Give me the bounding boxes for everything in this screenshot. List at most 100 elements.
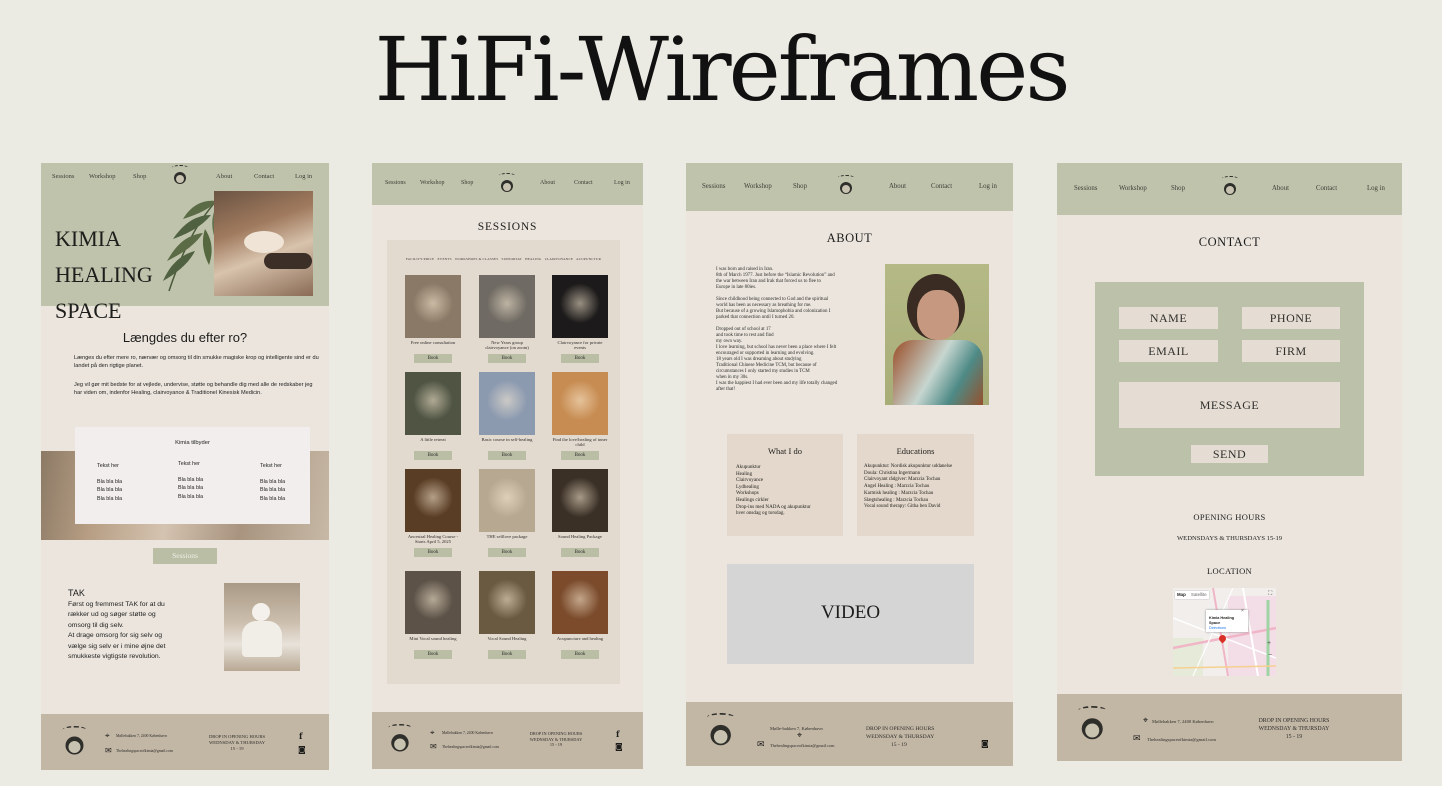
session-card[interactable]: A little retreat Book	[405, 372, 461, 460]
map-tab-satellite[interactable]: Satellite	[1187, 592, 1207, 597]
filter-item[interactable]: EVENTS	[438, 257, 452, 261]
zoom-out-icon[interactable]: −	[1268, 652, 1272, 659]
nav-login[interactable]: Log in	[1367, 185, 1385, 192]
nav-login[interactable]: Log in	[614, 180, 630, 186]
footer-email[interactable]: Thehealingspaceofkimia@gmail.com	[1147, 737, 1216, 743]
filter-item[interactable]: HEALING	[525, 257, 541, 261]
logo[interactable]	[496, 173, 518, 195]
session-card[interactable]: Sound Healing Package Book	[552, 469, 608, 557]
nav-sessions[interactable]: Sessions	[702, 183, 725, 190]
logo[interactable]	[1219, 176, 1241, 198]
zoom-in-icon[interactable]: +	[1267, 640, 1271, 647]
logo[interactable]	[169, 165, 191, 187]
nav-shop[interactable]: Shop	[461, 180, 473, 186]
session-card[interactable]: Free online consultation Book	[405, 275, 461, 363]
book-button[interactable]: Book	[488, 451, 526, 460]
nav-shop[interactable]: Shop	[793, 183, 807, 190]
filter-item[interactable]: CLAIRVOYANCE	[545, 257, 574, 261]
session-card[interactable]: Basic course in self-healing Book	[479, 372, 535, 460]
nav-about[interactable]: About	[889, 183, 906, 190]
filter-item[interactable]: SUPPORTAT	[502, 257, 522, 261]
footer-hours-line: DROP IN OPENING HOURS	[529, 731, 583, 736]
instagram-icon[interactable]: ◙	[298, 746, 306, 754]
contact-heading: CONTACT	[1198, 235, 1261, 249]
nav-about[interactable]: About	[216, 173, 232, 180]
filter-item[interactable]: ACUPUNCTUR	[576, 257, 601, 261]
book-button[interactable]: Book	[414, 548, 452, 557]
nav-workshop[interactable]: Workshop	[420, 180, 445, 186]
book-button[interactable]: Book	[414, 650, 452, 659]
session-card[interactable]: Find the love/healing of inner child Book	[552, 372, 608, 460]
portrait-photo-body	[893, 340, 983, 405]
hero-photo-person	[264, 253, 312, 269]
offers-line: Bla bla bla	[260, 487, 286, 494]
nav-contact[interactable]: Contact	[931, 183, 952, 190]
book-button[interactable]: Book	[414, 451, 452, 460]
nav-about[interactable]: About	[1272, 185, 1289, 192]
session-card[interactable]: Vocal Sound Healing Book	[479, 571, 535, 659]
map-tab-map[interactable]: Map	[1175, 592, 1186, 597]
nav-sessions[interactable]: Sessions	[385, 180, 406, 186]
book-button[interactable]: Book	[488, 548, 526, 557]
nav-shop[interactable]: Shop	[1171, 185, 1185, 192]
book-button[interactable]: Book	[561, 451, 599, 460]
instagram-icon[interactable]: ◙	[615, 743, 623, 751]
map-directions-link[interactable]: Directions	[1209, 626, 1245, 631]
nav-workshop[interactable]: Workshop	[1119, 185, 1147, 192]
nav-sessions[interactable]: Sessions	[1074, 185, 1097, 192]
contact-form: NAME PHONE EMAIL FIRM MESSAGE SEND	[1095, 282, 1364, 476]
session-card[interactable]: Acupuncture and healing Book	[552, 571, 608, 659]
book-button[interactable]: Book	[561, 650, 599, 659]
nav-workshop[interactable]: Workshop	[744, 183, 772, 190]
footer-email[interactable]: Thehealingspaceofkimia@gmail.com	[442, 745, 499, 750]
offers-column: Tekst her Bla bla bla Bla bla bla Bla bl…	[260, 462, 285, 503]
book-button[interactable]: Book	[488, 354, 526, 363]
nav-contact[interactable]: Contact	[254, 173, 274, 180]
nav-login[interactable]: Log in	[295, 173, 312, 180]
educations-card: Educations Akupunktur: Nordisk akupunktu…	[857, 434, 974, 536]
filter-item[interactable]: FACILITY/PRICE	[406, 257, 435, 261]
session-card[interactable]: New Years group clairvoyance (on zoom) Bo…	[479, 275, 535, 363]
footer-email[interactable]: Thehealingspaceofkimia@gmail.com	[116, 749, 173, 754]
session-card[interactable]: Ancestral Healing Course - Starts April …	[405, 469, 461, 557]
phone-field[interactable]: PHONE	[1242, 307, 1340, 329]
name-field[interactable]: NAME	[1119, 307, 1218, 329]
session-card[interactable]: Clairvoyance for private events Book	[552, 275, 608, 363]
message-field[interactable]: MESSAGE	[1119, 382, 1340, 428]
nav-shop[interactable]: Shop	[133, 173, 146, 180]
nav-contact[interactable]: Contact	[574, 180, 593, 186]
offers-column-head: Tekst her	[178, 461, 200, 467]
nav-contact[interactable]: Contact	[1316, 185, 1337, 192]
footer-email[interactable]: Thehealingspaceofkimia@gmail.com	[770, 743, 834, 749]
video-placeholder[interactable]: VIDEO	[727, 564, 974, 664]
nav-sessions[interactable]: Sessions	[52, 173, 74, 180]
book-button[interactable]: Book	[561, 548, 599, 557]
footer-address: Møllebakken 7, 2400 København	[442, 731, 493, 735]
book-button[interactable]: Book	[561, 354, 599, 363]
facebook-icon[interactable]: f	[299, 732, 302, 740]
close-icon[interactable]: ×	[1241, 608, 1244, 614]
logo[interactable]	[835, 175, 857, 197]
session-card[interactable]: THE selflove package Book	[479, 469, 535, 557]
firm-field[interactable]: FIRM	[1242, 340, 1340, 362]
nav-workshop[interactable]: Workshop	[89, 173, 116, 180]
book-button[interactable]: Book	[488, 650, 526, 659]
hero-photo-hand	[244, 231, 284, 253]
map-type-toggle[interactable]: Map Satellite	[1175, 591, 1209, 599]
facebook-icon[interactable]: f	[616, 730, 619, 738]
page-title: HiFi-Wireframes	[374, 18, 1071, 121]
location-map[interactable]: Map Satellite ⛶ Kimia Healing Space Dire…	[1173, 588, 1276, 676]
opening-hours-text: WEDNSDAYS & THURSDAYS 15-19	[1176, 535, 1283, 542]
book-button[interactable]: Book	[414, 354, 452, 363]
sessions-button[interactable]: Sessions	[153, 548, 217, 564]
send-button[interactable]: SEND	[1191, 445, 1268, 463]
nav-login[interactable]: Log in	[979, 183, 997, 190]
footer-hours: DROP IN OPENING HOURS WEDNSDAY & THURSDA…	[1247, 718, 1341, 741]
fullscreen-icon[interactable]: ⛶	[1268, 591, 1272, 598]
filter-item[interactable]: WORKSHOPS & CLASSES	[455, 257, 499, 261]
instagram-icon[interactable]: ◙	[981, 740, 989, 748]
thanks-line: Først og fremmest TAK for at du	[68, 601, 165, 608]
session-card[interactable]: Mini Vocal sound healing Book	[405, 571, 461, 659]
email-field[interactable]: EMAIL	[1119, 340, 1218, 362]
nav-about[interactable]: About	[540, 180, 555, 186]
